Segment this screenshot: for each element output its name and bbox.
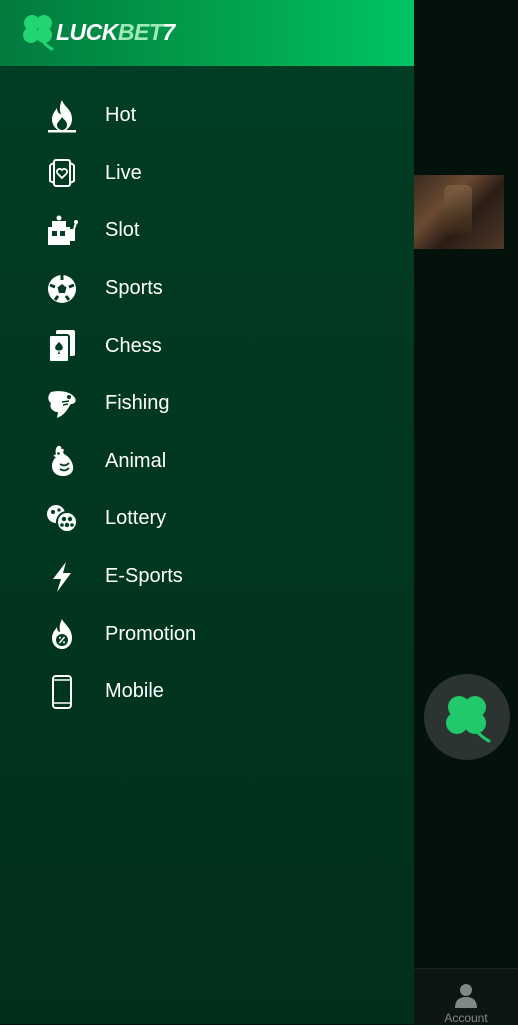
menu-label: Live [105, 161, 142, 184]
clover-logo-icon [23, 15, 54, 51]
category-menu: Hot Live Slot Sports Chess Fishing Anima… [0, 87, 414, 721]
soccer-ball-icon [45, 272, 79, 306]
menu-item-live[interactable]: Live [0, 145, 414, 203]
clover-icon [446, 696, 491, 743]
menu-item-sports[interactable]: Sports [0, 260, 414, 318]
flame-icon [45, 99, 79, 133]
menu-label: Mobile [105, 680, 164, 703]
menu-label: Fishing [105, 392, 170, 415]
slot-machine-icon [45, 214, 79, 248]
menu-item-animal[interactable]: Animal [0, 433, 414, 491]
mobile-phone-icon [45, 674, 79, 709]
side-drawer: LUCKBET7 Hot Live Slot Sports Chess Fish… [0, 0, 414, 1024]
menu-item-promotion[interactable]: Promotion [0, 605, 414, 663]
lightning-icon [45, 560, 79, 594]
menu-label: Slot [105, 219, 140, 242]
clover-floating-button[interactable] [424, 674, 510, 760]
brand-logo[interactable]: LUCKBET7 [20, 10, 175, 54]
menu-item-esports[interactable]: E-Sports [0, 548, 414, 606]
rooster-icon [45, 444, 79, 478]
menu-item-slot[interactable]: Slot [0, 202, 414, 260]
menu-label: Sports [105, 277, 163, 300]
menu-label: Animal [105, 449, 167, 472]
bottom-navigation: Account [414, 968, 518, 1025]
menu-label: Promotion [105, 622, 197, 645]
menu-label: E-Sports [105, 565, 183, 588]
drawer-header: LUCKBET7 [0, 0, 414, 66]
menu-label: Lottery [105, 507, 167, 530]
menu-label: Hot [105, 104, 137, 127]
fish-icon [45, 387, 79, 421]
lottery-balls-icon [45, 502, 79, 536]
game-thumbnail[interactable] [414, 175, 504, 249]
menu-item-lottery[interactable]: Lottery [0, 490, 414, 548]
live-cards-icon [45, 156, 79, 190]
menu-label: Chess [105, 334, 162, 357]
menu-item-fishing[interactable]: Fishing [0, 375, 414, 433]
playing-cards-icon [45, 329, 79, 364]
menu-item-hot[interactable]: Hot [0, 87, 414, 145]
brand-name: LUCKBET7 [56, 18, 175, 45]
account-label: Account [444, 1011, 488, 1025]
promotion-flame-icon [45, 617, 79, 651]
menu-item-chess[interactable]: Chess [0, 317, 414, 375]
menu-item-mobile[interactable]: Mobile [0, 663, 414, 721]
account-tab[interactable]: Account [414, 969, 518, 1025]
user-icon [455, 984, 477, 1008]
